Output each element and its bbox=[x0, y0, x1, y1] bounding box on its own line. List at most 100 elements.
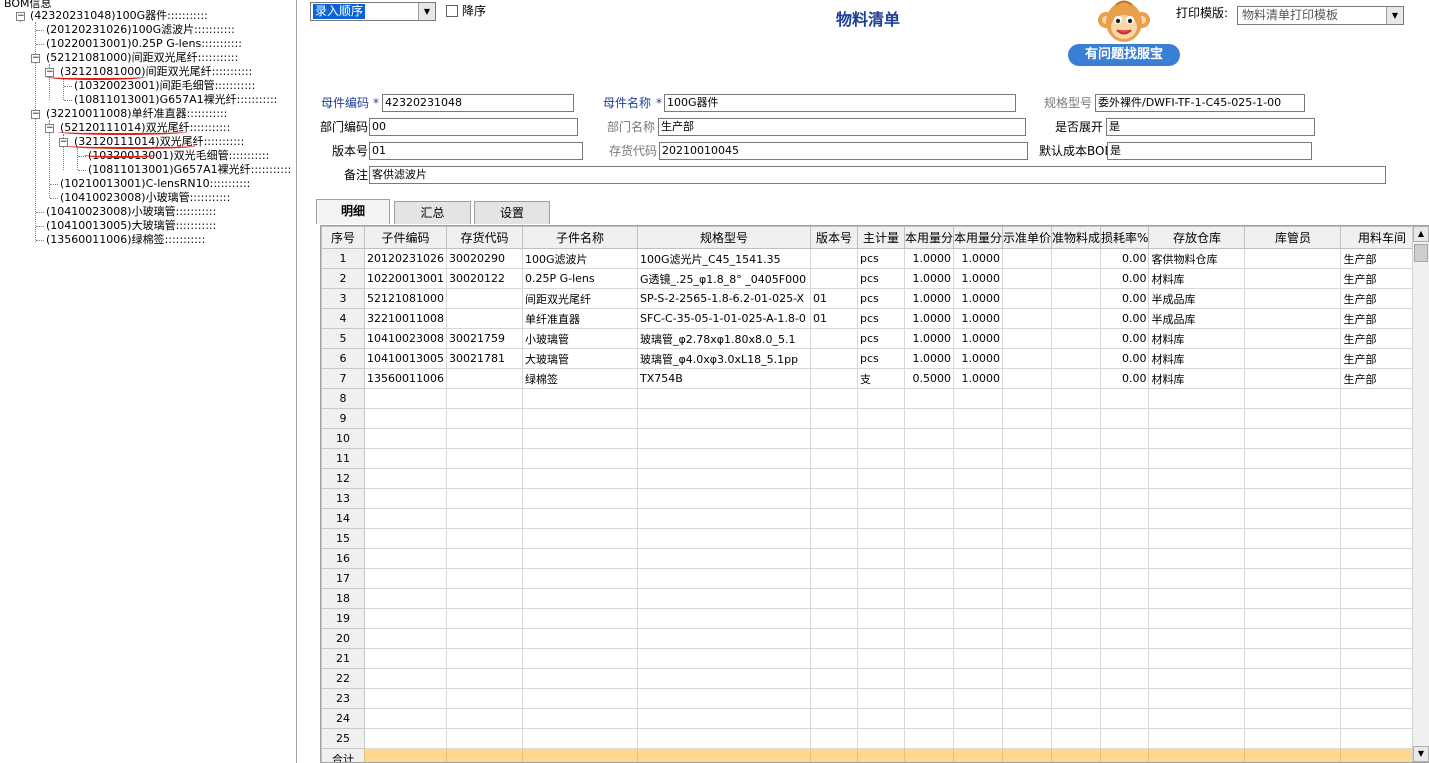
table-cell[interactable]: 100G滤波片 bbox=[521, 248, 638, 269]
table-cell[interactable] bbox=[809, 268, 858, 289]
table-cell[interactable] bbox=[1148, 548, 1246, 569]
table-cell[interactable] bbox=[1002, 308, 1053, 329]
table-cell[interactable] bbox=[1148, 588, 1246, 609]
column-header[interactable]: 本用量分 bbox=[952, 226, 1004, 249]
table-cell[interactable] bbox=[521, 648, 638, 669]
column-header[interactable]: 库管员 bbox=[1244, 226, 1342, 249]
table-cell[interactable] bbox=[952, 648, 1004, 669]
table-cell[interactable] bbox=[636, 688, 811, 709]
table-cell[interactable]: 10410023008 bbox=[364, 328, 447, 349]
table-cell[interactable] bbox=[809, 708, 858, 729]
table-cell[interactable] bbox=[364, 728, 447, 749]
table-cell[interactable] bbox=[1002, 648, 1053, 669]
table-cell[interactable] bbox=[1100, 468, 1150, 489]
table-cell[interactable]: 1.0000 bbox=[903, 288, 955, 309]
table-cell[interactable] bbox=[636, 428, 811, 449]
table-cell[interactable]: 绿棉签 bbox=[521, 368, 638, 389]
table-cell[interactable] bbox=[364, 508, 447, 529]
table-cell[interactable]: 大玻璃管 bbox=[521, 348, 638, 369]
table-row[interactable]: 20 bbox=[321, 628, 1424, 649]
default-bom-field[interactable]: 是 bbox=[1107, 142, 1312, 160]
table-cell[interactable] bbox=[1051, 648, 1102, 669]
chevron-down-icon[interactable]: ▼ bbox=[1386, 7, 1403, 24]
table-cell[interactable] bbox=[1148, 528, 1246, 549]
sort-order-select[interactable]: 录入顺序 ▼ bbox=[310, 2, 436, 21]
table-cell[interactable] bbox=[636, 548, 811, 569]
table-cell[interactable]: 30021781 bbox=[445, 348, 523, 369]
table-cell[interactable] bbox=[903, 468, 955, 489]
table-cell[interactable] bbox=[1051, 448, 1102, 469]
column-header[interactable]: 用料车间 bbox=[1340, 226, 1424, 249]
table-cell[interactable]: 生产部 bbox=[1340, 348, 1424, 369]
table-cell[interactable] bbox=[445, 528, 523, 549]
column-header[interactable]: 示准单价 bbox=[1002, 226, 1053, 249]
table-cell[interactable] bbox=[364, 648, 447, 669]
table-cell[interactable] bbox=[445, 708, 523, 729]
table-cell[interactable]: 半成品库 bbox=[1148, 288, 1246, 309]
table-cell[interactable] bbox=[856, 588, 905, 609]
table-cell[interactable] bbox=[1002, 508, 1053, 529]
table-cell[interactable] bbox=[1002, 408, 1053, 429]
table-cell[interactable] bbox=[1100, 628, 1150, 649]
table-cell[interactable] bbox=[1051, 328, 1102, 349]
table-cell[interactable] bbox=[1148, 508, 1246, 529]
table-cell[interactable] bbox=[903, 668, 955, 689]
table-cell[interactable] bbox=[1002, 268, 1053, 289]
help-button[interactable]: 有问题找服宝 bbox=[1068, 44, 1180, 66]
table-cell[interactable]: pcs bbox=[856, 348, 905, 369]
table-cell[interactable] bbox=[1051, 288, 1102, 309]
table-cell[interactable] bbox=[903, 628, 955, 649]
tree-node[interactable]: (10220013001)0.25P G-lens::::::::::: bbox=[46, 37, 242, 51]
table-cell[interactable] bbox=[903, 688, 955, 709]
table-cell[interactable] bbox=[1244, 428, 1342, 449]
table-cell[interactable] bbox=[445, 668, 523, 689]
table-row[interactable]: 2 10220013001 30020122 0.25P G-lens G透镜_.25_… bbox=[321, 268, 1424, 289]
table-cell[interactable]: 生产部 bbox=[1340, 288, 1424, 309]
table-cell[interactable] bbox=[521, 728, 638, 749]
table-row[interactable]: 14 bbox=[321, 508, 1424, 529]
table-row[interactable]: 1 20120231026 30020290 100G滤波片 100G滤光片_C45_1… bbox=[321, 248, 1424, 269]
table-row[interactable]: 18 bbox=[321, 588, 1424, 609]
table-cell[interactable] bbox=[903, 408, 955, 429]
table-cell[interactable] bbox=[856, 728, 905, 749]
table-row[interactable]: 17 bbox=[321, 568, 1424, 589]
table-cell[interactable] bbox=[1340, 548, 1424, 569]
table-cell[interactable] bbox=[1051, 348, 1102, 369]
table-cell[interactable] bbox=[809, 388, 858, 409]
print-template-select[interactable]: 物料清单打印模板 ▼ bbox=[1237, 6, 1404, 25]
table-cell[interactable] bbox=[521, 568, 638, 589]
table-cell[interactable] bbox=[445, 548, 523, 569]
table-cell[interactable]: 01 bbox=[809, 288, 858, 309]
column-header[interactable]: 序号 bbox=[321, 226, 365, 249]
tree-node[interactable]: (52121081000)间距双光尾纤::::::::::: bbox=[46, 51, 238, 65]
table-cell[interactable] bbox=[856, 408, 905, 429]
table-cell[interactable] bbox=[1340, 708, 1424, 729]
table-cell[interactable] bbox=[809, 448, 858, 469]
table-cell[interactable] bbox=[903, 648, 955, 669]
table-cell[interactable] bbox=[1100, 448, 1150, 469]
table-row[interactable]: 12 bbox=[321, 468, 1424, 489]
table-cell[interactable] bbox=[1002, 368, 1053, 389]
table-cell[interactable] bbox=[521, 448, 638, 469]
table-cell[interactable] bbox=[903, 728, 955, 749]
table-row[interactable]: 15 bbox=[321, 528, 1424, 549]
table-cell[interactable] bbox=[1051, 388, 1102, 409]
table-row[interactable]: 3 52121081000 间距双光尾纤 SP-S-2-2565-1.8-6.2-01… bbox=[321, 288, 1424, 309]
table-cell[interactable] bbox=[1100, 668, 1150, 689]
table-cell[interactable]: 半成品库 bbox=[1148, 308, 1246, 329]
table-cell[interactable] bbox=[952, 728, 1004, 749]
tab-summary[interactable]: 汇总 bbox=[394, 201, 471, 224]
table-cell[interactable]: 1.0000 bbox=[952, 288, 1004, 309]
table-cell[interactable] bbox=[856, 448, 905, 469]
table-cell[interactable] bbox=[1244, 728, 1342, 749]
table-cell[interactable] bbox=[1051, 588, 1102, 609]
table-cell[interactable] bbox=[1148, 648, 1246, 669]
table-cell[interactable] bbox=[952, 508, 1004, 529]
table-cell[interactable] bbox=[1051, 408, 1102, 429]
table-row[interactable]: 7 13560011006 绿棉签 TX754B 支 0.5000 1.0000 0.00 材料… bbox=[321, 368, 1424, 389]
table-cell[interactable] bbox=[809, 528, 858, 549]
table-cell[interactable]: 小玻璃管 bbox=[521, 328, 638, 349]
table-cell[interactable] bbox=[521, 408, 638, 429]
table-cell[interactable] bbox=[1002, 348, 1053, 369]
tree-node[interactable]: (10410023008)小玻璃管::::::::::: bbox=[60, 191, 230, 205]
